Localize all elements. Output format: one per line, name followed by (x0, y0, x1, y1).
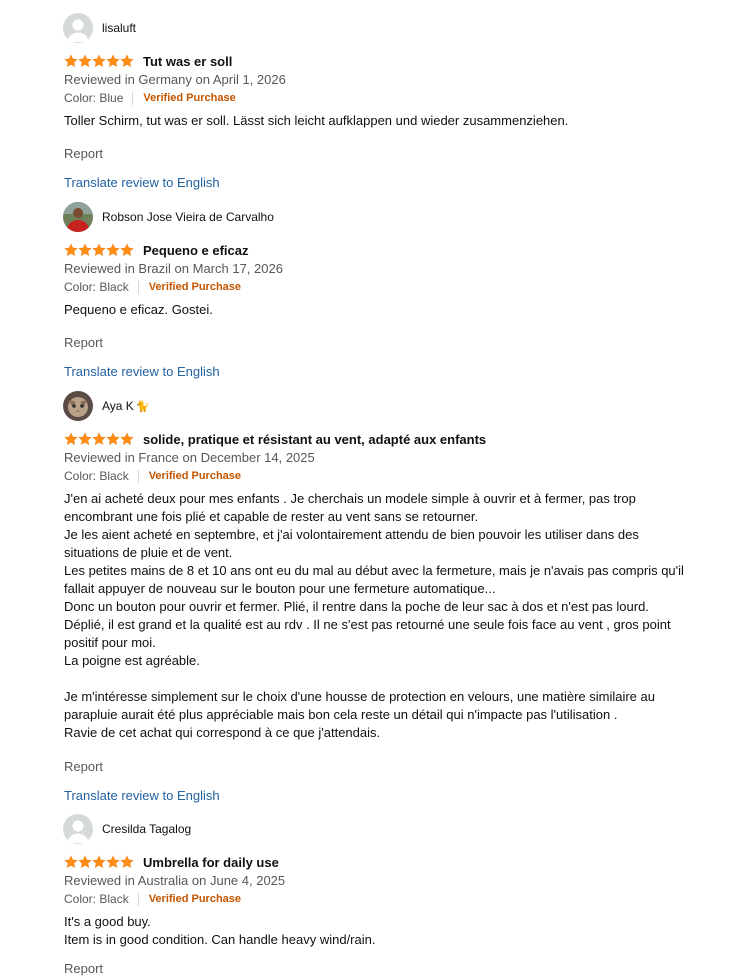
star-icon (78, 432, 92, 446)
star-icon (106, 54, 120, 68)
star-icon (120, 54, 134, 68)
report-link[interactable]: Report (64, 758, 704, 776)
review-text: It's a good buy. Item is in good conditi… (64, 914, 376, 947)
star-icon (92, 243, 106, 257)
review-body: Toller Schirm, tut was er soll. Lässt si… (64, 112, 704, 130)
translate-link[interactable]: Translate review to English (64, 787, 704, 805)
star-icon (92, 54, 106, 68)
author-name: Cresilda Tagalog (102, 822, 192, 836)
author-name: Aya K (102, 399, 134, 413)
star-icon (120, 855, 134, 869)
review-author[interactable]: Aya K 🐈 (63, 391, 704, 421)
verified-purchase-badge: Verified Purchase (143, 92, 236, 104)
author-name: Robson Jose Vieira de Carvalho (102, 210, 274, 224)
star-icon (64, 855, 78, 869)
review-author[interactable]: Robson Jose Vieira de Carvalho (63, 202, 704, 232)
review: Aya K 🐈 solide, pratique et résistant au … (63, 391, 704, 805)
star-icon (64, 243, 78, 257)
report-link[interactable]: Report (64, 334, 704, 352)
star-icon (106, 432, 120, 446)
star-icon (64, 432, 78, 446)
review-body: It's a good buy. Item is in good conditi… (64, 913, 704, 949)
review-text: Pequeno e eficaz. Gostei. (64, 302, 213, 317)
report-link[interactable]: Report (64, 145, 704, 163)
format-row: Color: Black Verified Purchase (64, 890, 704, 908)
review: Cresilda Tagalog Umbrella for daily use … (63, 814, 704, 978)
star-icon (106, 855, 120, 869)
star-icon (92, 855, 106, 869)
color-variant[interactable]: Color: Black (64, 280, 129, 294)
star-icon (78, 54, 92, 68)
star-rating[interactable] (64, 855, 134, 869)
divider (137, 469, 139, 483)
star-rating[interactable] (64, 432, 134, 446)
review-title[interactable]: solide, pratique et résistant au vent, a… (143, 432, 486, 447)
divider (137, 280, 139, 294)
translate-link[interactable]: Translate review to English (64, 174, 704, 192)
star-icon (120, 432, 134, 446)
color-variant[interactable]: Color: Black (64, 892, 129, 906)
review-title[interactable]: Umbrella for daily use (143, 855, 279, 870)
review-author[interactable]: Cresilda Tagalog (63, 814, 704, 844)
default-avatar-icon (63, 814, 93, 844)
review-author[interactable]: lisaluft (63, 13, 704, 43)
review-text: Toller Schirm, tut was er soll. Lässt si… (64, 113, 569, 128)
report-link[interactable]: Report (64, 960, 704, 978)
format-row: Color: Black Verified Purchase (64, 467, 704, 485)
divider (137, 892, 139, 906)
review-body: Pequeno e eficaz. Gostei. (64, 301, 704, 319)
review-text: J'en ai acheté deux pour mes enfants . J… (64, 491, 684, 740)
cat-emoji-icon: 🐈 (135, 400, 150, 413)
divider (132, 91, 134, 105)
star-icon (92, 432, 106, 446)
star-icon (120, 243, 134, 257)
color-variant[interactable]: Color: Blue (64, 91, 123, 105)
review-date: Reviewed in Australia on June 4, 2025 (64, 873, 286, 888)
review-date: Reviewed in France on December 14, 2025 (64, 450, 315, 465)
star-icon (64, 54, 78, 68)
verified-purchase-badge: Verified Purchase (148, 470, 242, 482)
star-icon (78, 855, 92, 869)
review-title[interactable]: Pequeno e eficaz (143, 243, 248, 258)
star-rating[interactable] (64, 243, 134, 257)
star-icon (78, 243, 92, 257)
verified-purchase-badge: Verified Purchase (148, 893, 242, 905)
star-rating[interactable] (64, 54, 134, 68)
review-date: Reviewed in Brazil on March 17, 2026 (64, 261, 283, 276)
translate-link[interactable]: Translate review to English (64, 363, 704, 381)
format-row: Color: Black Verified Purchase (64, 278, 704, 296)
color-variant[interactable]: Color: Black (64, 469, 129, 483)
author-name: lisaluft (102, 21, 137, 35)
review-date: Reviewed in Germany on April 1, 2026 (64, 72, 286, 87)
review-title[interactable]: Tut was er soll (143, 54, 232, 69)
profile-photo-avatar (63, 202, 93, 232)
review: Robson Jose Vieira de Carvalho Pequeno e… (63, 202, 704, 381)
star-icon (106, 243, 120, 257)
review: lisaluft Tut was er soll Reviewed in Ger… (63, 13, 704, 192)
default-avatar-icon (63, 13, 93, 43)
review-body: J'en ai acheté deux pour mes enfants . J… (64, 490, 704, 742)
verified-purchase-badge: Verified Purchase (148, 281, 242, 293)
profile-photo-avatar (63, 391, 93, 421)
format-row: Color: Blue Verified Purchase (64, 89, 704, 107)
